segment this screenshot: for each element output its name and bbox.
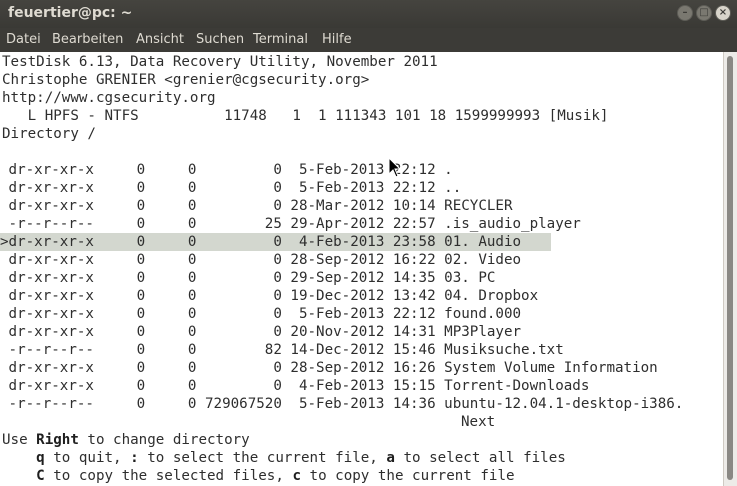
title-bar[interactable]: feuertier@pc: ~ – □ × [0, 0, 737, 28]
file-row[interactable]: dr-xr-xr-x 0 0 0 28-Sep-2012 16:26 Syste… [0, 359, 658, 377]
file-row[interactable]: dr-xr-xr-x 0 0 0 5-Feb-2013 22:12 found.… [0, 305, 522, 323]
app-title-line: TestDisk 6.13, Data Recovery Utility, No… [2, 54, 438, 70]
menu-bar: Datei Bearbeiten Ansicht Suchen Terminal… [0, 28, 737, 53]
menu-hilfe[interactable]: Hilfe [322, 32, 352, 47]
file-row[interactable]: dr-xr-xr-x 0 0 0 4-Feb-2013 15:15 Torren… [0, 377, 590, 395]
author-line: Christophe GRENIER <grenier@cgsecurity.o… [2, 72, 370, 88]
url-line: http://www.cgsecurity.org [2, 90, 216, 106]
partition-line: L HPFS - NTFS 11748 1 1 111343 101 18 15… [2, 108, 609, 124]
next-link[interactable]: Next [461, 413, 495, 431]
menu-datei[interactable]: Datei [6, 32, 41, 47]
window-title: feuertier@pc: ~ [8, 5, 133, 21]
help-line-1: Use Right to change directory [2, 432, 250, 448]
minimize-button[interactable]: – [677, 5, 693, 21]
menu-bearbeiten[interactable]: Bearbeiten [52, 32, 123, 47]
menu-suchen[interactable]: Suchen [196, 32, 244, 47]
menu-ansicht[interactable]: Ansicht [136, 32, 184, 47]
file-row[interactable]: -r--r--r-- 0 0 25 29-Apr-2012 22:57 .is_… [0, 215, 581, 233]
terminal-window: feuertier@pc: ~ – □ × Datei Bearbeiten A… [0, 0, 737, 486]
file-row[interactable]: dr-xr-xr-x 0 0 0 5-Feb-2013 22:12 .. [0, 179, 462, 197]
scrollbar[interactable] [723, 52, 737, 486]
menu-terminal[interactable]: Terminal [253, 32, 308, 47]
mouse-cursor-icon [388, 157, 402, 178]
file-row[interactable]: dr-xr-xr-x 0 0 0 28-Mar-2012 10:14 RECYC… [0, 197, 513, 215]
file-row[interactable]: dr-xr-xr-x 0 0 0 19-Dec-2012 13:42 04. D… [0, 287, 539, 305]
file-row[interactable]: dr-xr-xr-x 0 0 0 20-Nov-2012 14:31 MP3Pl… [0, 323, 522, 341]
scrollbar-thumb[interactable] [727, 56, 733, 480]
directory-line: Directory / [2, 126, 96, 142]
file-row-selected[interactable]: >dr-xr-xr-x 0 0 0 4-Feb-2013 23:58 01. A… [0, 233, 551, 251]
file-row[interactable]: -r--r--r-- 0 0 82 14-Dec-2012 15:46 Musi… [0, 341, 564, 359]
maximize-button[interactable]: □ [696, 5, 712, 21]
help-line-3: C to copy the selected files, c to copy … [36, 468, 515, 484]
help-line-2: q to quit, : to select the current file,… [36, 450, 566, 466]
file-row[interactable]: dr-xr-xr-x 0 0 0 5-Feb-2013 22:12 . [0, 161, 453, 179]
close-button[interactable]: × [715, 5, 731, 21]
file-row[interactable]: dr-xr-xr-x 0 0 0 29-Sep-2012 14:35 03. P… [0, 269, 496, 287]
file-row[interactable]: -r--r--r-- 0 0 729067520 5-Feb-2013 14:3… [0, 395, 684, 413]
terminal-content[interactable]: TestDisk 6.13, Data Recovery Utility, No… [0, 52, 724, 486]
file-row[interactable]: dr-xr-xr-x 0 0 0 28-Sep-2012 16:22 02. V… [0, 251, 522, 269]
window-controls: – □ × [677, 5, 731, 21]
key-right: Right [36, 432, 79, 448]
